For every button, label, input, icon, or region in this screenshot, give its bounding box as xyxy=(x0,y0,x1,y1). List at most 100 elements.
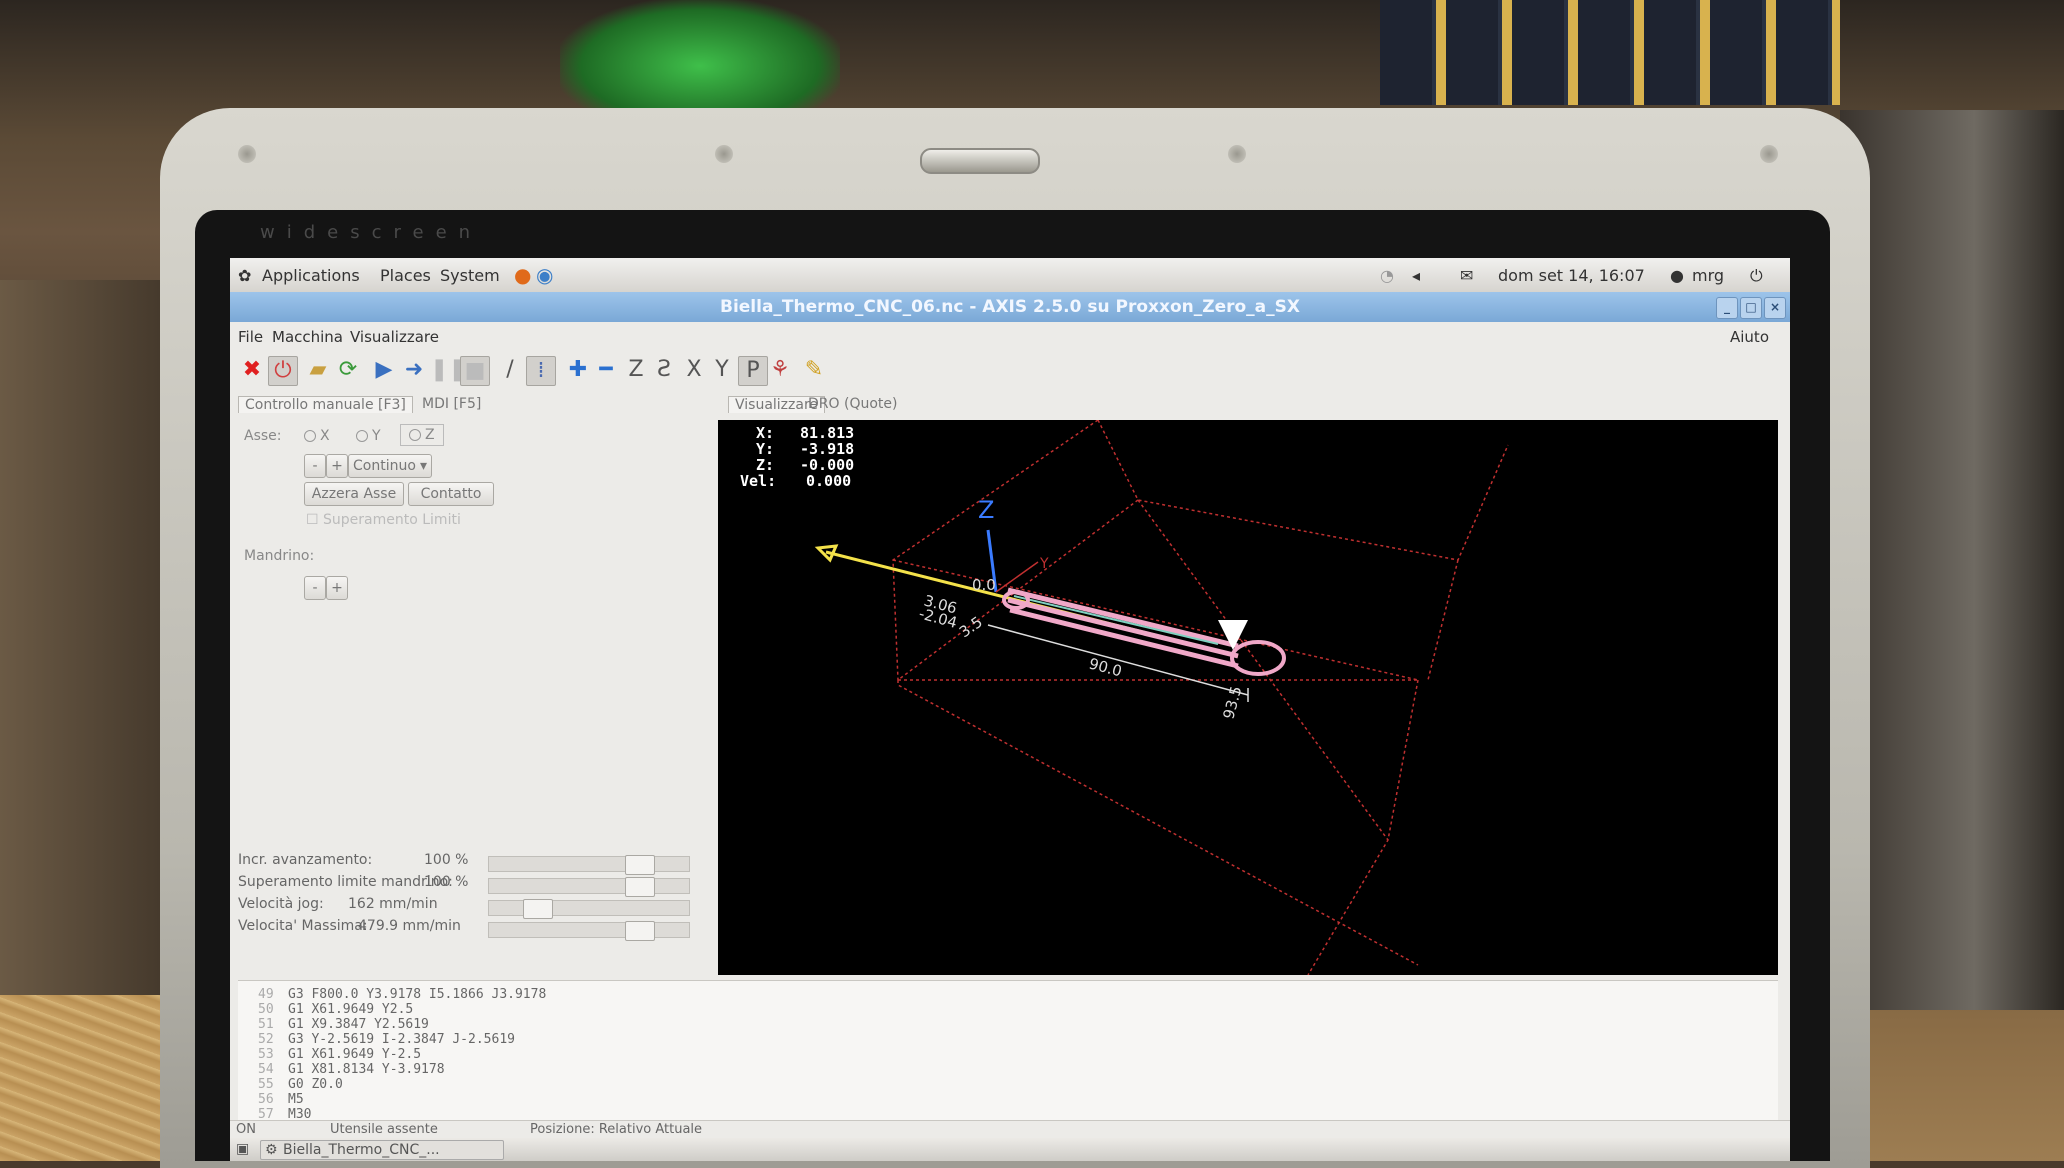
gcode-line[interactable]: 53 G1 X61.9649 Y-2.5 xyxy=(258,1047,1758,1062)
close-window-button[interactable]: × xyxy=(1764,297,1786,319)
window-titlebar[interactable]: Biella_Thermo_CNC_06.nc - AXIS 2.5.0 su … xyxy=(230,292,1790,322)
tab-mdi[interactable]: MDI [F5] xyxy=(416,396,487,412)
volume-icon[interactable]: ◂ xyxy=(1412,266,1420,285)
gcode-line[interactable]: 50 G1 X61.9649 Y2.5 xyxy=(258,1002,1758,1017)
menu-places[interactable]: Places xyxy=(380,266,431,285)
dim-small-label: 3.5 xyxy=(956,613,986,641)
z-axis-label: Z xyxy=(978,496,994,524)
jog-speed-value: 162 mm/min xyxy=(348,896,438,912)
firefox-icon[interactable]: ● xyxy=(514,263,531,287)
dro-vel-label: Vel: xyxy=(740,472,776,490)
dro-vel-value: 0.000 xyxy=(806,472,851,490)
user-name[interactable]: mrg xyxy=(1692,266,1724,285)
menu-system[interactable]: System xyxy=(440,266,500,285)
background-binders xyxy=(1380,0,1840,105)
machine-state: ON xyxy=(236,1122,256,1137)
bezel-screw xyxy=(1760,145,1778,163)
zoom-in-icon[interactable]: ✚ xyxy=(564,356,592,384)
override-limits-checkbox[interactable]: ☐ Superamento Limiti xyxy=(306,512,461,528)
axis-z-radio[interactable]: Z xyxy=(400,424,444,446)
help-icon[interactable]: ◉ xyxy=(536,263,553,287)
bezel-screw xyxy=(715,145,733,163)
slider-knob[interactable] xyxy=(523,899,553,919)
gcode-line[interactable]: 51 G1 X9.3847 Y2.5619 xyxy=(258,1017,1758,1032)
optional-stop-icon[interactable]: ⁞ xyxy=(526,356,556,386)
minimize-button[interactable]: _ xyxy=(1716,297,1738,319)
spindle-override-row: Superamento limite mandrino: 100 % xyxy=(238,874,708,897)
feed-override-slider[interactable] xyxy=(488,855,690,875)
view-y-icon[interactable]: Y xyxy=(708,356,736,384)
toolpath-preview[interactable]: Z Y 90.0 93.5 3.5 3.06 -2.04 0.0 X: 81.8… xyxy=(718,420,1778,975)
spindle-override-slider[interactable] xyxy=(488,877,690,897)
zoom-out-icon[interactable]: ━ xyxy=(592,356,620,384)
stop-icon[interactable]: ■ xyxy=(460,356,490,386)
user-icon: ● xyxy=(1670,266,1684,285)
manual-control-pane: Asse: X Y Z - + Continuo ▾ Azzera Asse C… xyxy=(238,416,708,976)
bezel-screw xyxy=(1228,145,1246,163)
tab-manual-control[interactable]: Controllo manuale [F3] xyxy=(238,396,413,413)
block-delete-icon[interactable]: / xyxy=(496,356,524,384)
bezel-brand: widescreen xyxy=(260,222,483,243)
y-axis-label: Y xyxy=(1039,556,1049,572)
view-x-icon[interactable]: X xyxy=(680,356,708,384)
slider-knob[interactable] xyxy=(625,855,655,875)
dro-overlay: X: 81.813 Y: -3.918 Z: -0.000 Vel: 0.000 xyxy=(740,424,854,490)
app-icon: ⚙ xyxy=(265,1142,278,1158)
screen: ✿ Applications Places System ● ◉ ◔ ◂ ✉ d… xyxy=(230,258,1790,1161)
network-icon[interactable]: ◔ xyxy=(1380,266,1394,285)
touch-off-button[interactable]: Contatto xyxy=(408,482,494,506)
open-file-icon[interactable]: ▰ xyxy=(304,356,332,384)
jog-mode-select[interactable]: Continuo ▾ xyxy=(348,454,432,478)
toolbar: ✖ ⏻ ▰ ⟳ ▶ ➜ ❚❚ ■ / ⁞ ✚ ━ Z Ƨ X Y P ⚘ ✎ xyxy=(230,350,1790,390)
chevron-down-icon: ▾ xyxy=(419,458,427,474)
max-velocity-slider[interactable] xyxy=(488,921,690,941)
gcode-line[interactable]: 55 G0 Z0.0 xyxy=(258,1077,1758,1092)
gcode-line[interactable]: 49 G3 F800.0 Y3.9178 I5.1866 J3.9178 xyxy=(258,987,1758,1002)
machine-power-icon[interactable]: ⏻ xyxy=(268,356,298,386)
menu-file[interactable]: File xyxy=(238,328,263,346)
status-bar: ON Utensile assente Posizione: Relativo … xyxy=(230,1120,1790,1139)
gcode-listing[interactable]: 49 G3 F800.0 Y3.9178 I5.1866 J3.9178 50 G1… xyxy=(238,980,1778,1122)
menu-help[interactable]: Aiuto xyxy=(1730,328,1769,346)
feed-circle xyxy=(1230,640,1286,676)
menu-applications[interactable]: Applications xyxy=(262,266,360,285)
spindle-plus-button[interactable]: + xyxy=(326,576,348,600)
axis-y-radio[interactable]: Y xyxy=(356,428,381,444)
view-p-icon[interactable]: P xyxy=(738,356,768,386)
mail-icon[interactable]: ✉ xyxy=(1460,266,1473,285)
axis-x-radio[interactable]: X xyxy=(304,428,330,444)
shutdown-icon[interactable]: ⏻ xyxy=(1750,266,1763,286)
feed-path xyxy=(1007,587,1239,669)
reload-icon[interactable]: ⟳ xyxy=(334,356,362,384)
menu-machine[interactable]: Macchina xyxy=(272,328,343,346)
view-z-icon[interactable]: Z xyxy=(622,356,650,384)
gcode-line[interactable]: 54 G1 X81.8134 Y-3.9178 xyxy=(258,1062,1758,1077)
slider-knob[interactable] xyxy=(625,877,655,897)
menu-view[interactable]: Visualizzare xyxy=(350,328,439,346)
gcode-line[interactable]: 52 G3 Y-2.5619 I-2.3847 J-2.5619 xyxy=(258,1032,1758,1047)
show-desktop-icon[interactable]: ▣ xyxy=(236,1141,249,1157)
home-axis-button[interactable]: Azzera Asse xyxy=(304,482,404,506)
pause-icon[interactable]: ❚❚ xyxy=(430,356,467,384)
gcode-line[interactable]: 56 M5 xyxy=(258,1092,1758,1107)
laptop-latch xyxy=(920,148,1040,174)
rotate-view-icon[interactable]: ⚘ xyxy=(766,356,794,384)
view-z2-icon[interactable]: Ƨ xyxy=(650,356,678,384)
spindle-minus-button[interactable]: - xyxy=(304,576,326,600)
step-icon[interactable]: ➜ xyxy=(400,356,428,384)
run-icon[interactable]: ▶ xyxy=(370,356,398,384)
jog-speed-slider[interactable] xyxy=(488,899,690,919)
taskbar-window-button[interactable]: ⚙ Biella_Thermo_CNC_... xyxy=(260,1140,504,1160)
spindle-override-value: 100 % xyxy=(424,874,469,890)
preview-canvas[interactable]: Z Y 90.0 93.5 3.5 3.06 -2.04 0.0 X: 81.8… xyxy=(718,420,1778,975)
max-velocity-label: Velocita' Massima: xyxy=(238,918,368,934)
top-panel: ✿ Applications Places System ● ◉ ◔ ◂ ✉ d… xyxy=(230,258,1790,293)
slider-knob[interactable] xyxy=(625,921,655,941)
tab-dro[interactable]: DRO (Quote) xyxy=(802,396,903,412)
clear-plot-icon[interactable]: ✎ xyxy=(800,356,828,384)
estop-icon[interactable]: ✖ xyxy=(238,356,266,384)
maximize-button[interactable]: □ xyxy=(1740,297,1762,319)
clock[interactable]: dom set 14, 16:07 xyxy=(1498,266,1645,285)
jog-plus-button[interactable]: + xyxy=(326,454,348,478)
jog-minus-button[interactable]: - xyxy=(304,454,326,478)
